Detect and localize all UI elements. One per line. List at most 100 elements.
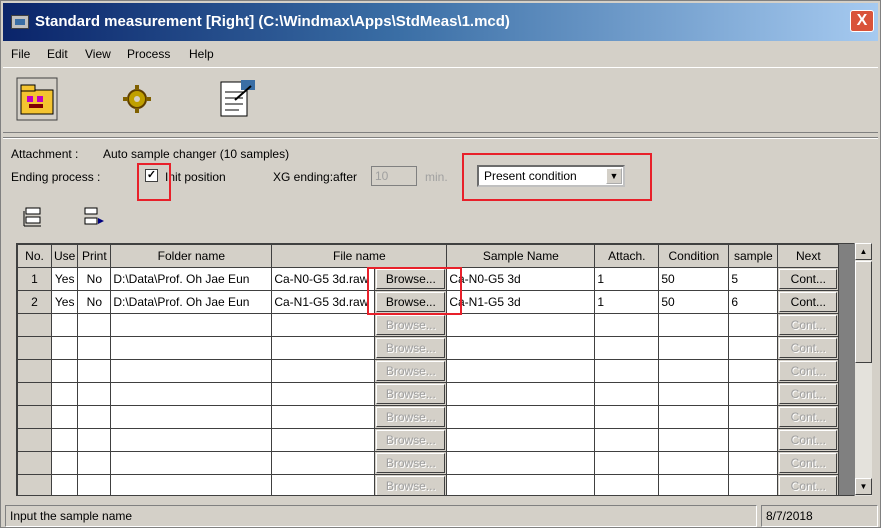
cont-button[interactable]: Cont...: [779, 269, 838, 289]
cell-folder-name[interactable]: [110, 382, 273, 406]
cell-use[interactable]: Yes: [50, 290, 79, 314]
cont-button[interactable]: Cont...: [779, 361, 838, 381]
cell-no[interactable]: [17, 405, 52, 429]
cell-condition[interactable]: [658, 451, 730, 475]
cell-sample[interactable]: [728, 313, 779, 337]
cell-attach[interactable]: 1: [594, 267, 660, 291]
cell-print[interactable]: [77, 474, 112, 495]
cell-use[interactable]: [50, 336, 79, 360]
cell-sample-name[interactable]: Ca-N1-G5 3d: [446, 290, 596, 314]
cell-use[interactable]: [50, 382, 79, 406]
cell-no[interactable]: [17, 313, 52, 337]
cell-sample-name[interactable]: [446, 405, 596, 429]
cell-attach[interactable]: [594, 382, 660, 406]
settings-gear-icon[interactable]: [115, 76, 159, 122]
menu-edit[interactable]: Edit: [47, 47, 68, 61]
cell-sample-name[interactable]: [446, 336, 596, 360]
cell-use[interactable]: Yes: [50, 267, 79, 291]
cont-button[interactable]: Cont...: [779, 292, 838, 312]
col-header-attach[interactable]: Attach.: [594, 244, 660, 268]
col-header-sample[interactable]: sample: [728, 244, 779, 268]
cell-no[interactable]: [17, 474, 52, 495]
cell-file-name[interactable]: [271, 382, 376, 406]
cell-folder-name[interactable]: [110, 474, 273, 495]
menu-view[interactable]: View: [85, 47, 111, 61]
cell-attach[interactable]: [594, 336, 660, 360]
cont-button[interactable]: Cont...: [779, 407, 838, 427]
cell-sample-name[interactable]: [446, 451, 596, 475]
cell-sample[interactable]: 5: [728, 267, 779, 291]
open-folder-icon[interactable]: [15, 76, 59, 122]
cell-sample[interactable]: [728, 474, 779, 495]
cell-sample[interactable]: [728, 451, 779, 475]
col-header-next[interactable]: Next: [777, 244, 840, 268]
cell-attach[interactable]: [594, 451, 660, 475]
browse-button[interactable]: Browse...: [376, 384, 446, 404]
document-edit-icon[interactable]: [215, 76, 259, 122]
col-header-condition[interactable]: Condition: [658, 244, 730, 268]
cont-button[interactable]: Cont...: [779, 315, 838, 335]
cell-sample-name[interactable]: [446, 428, 596, 452]
cell-folder-name[interactable]: [110, 336, 273, 360]
cell-condition[interactable]: [658, 313, 730, 337]
cell-use[interactable]: [50, 405, 79, 429]
cell-file-name[interactable]: Ca-N1-G5 3d.raw: [271, 290, 376, 314]
cell-folder-name[interactable]: [110, 405, 273, 429]
cell-file-name[interactable]: [271, 405, 376, 429]
browse-button[interactable]: Browse...: [376, 430, 446, 450]
cell-folder-name[interactable]: [110, 313, 273, 337]
cell-condition[interactable]: [658, 359, 730, 383]
cell-attach[interactable]: [594, 405, 660, 429]
cell-folder-name[interactable]: D:\Data\Prof. Oh Jae Eun: [110, 290, 273, 314]
cell-no[interactable]: 1: [17, 267, 52, 291]
col-header-print[interactable]: Print: [77, 244, 112, 268]
cont-button[interactable]: Cont...: [779, 430, 838, 450]
cell-no[interactable]: 2: [17, 290, 52, 314]
browse-button[interactable]: Browse...: [376, 315, 446, 335]
cell-print[interactable]: [77, 382, 112, 406]
cell-no[interactable]: [17, 359, 52, 383]
cell-no[interactable]: [17, 451, 52, 475]
cell-file-name[interactable]: [271, 451, 376, 475]
browse-button[interactable]: Browse...: [376, 407, 446, 427]
cell-file-name[interactable]: [271, 474, 376, 495]
cell-folder-name[interactable]: [110, 451, 273, 475]
cell-use[interactable]: [50, 359, 79, 383]
cell-no[interactable]: [17, 336, 52, 360]
cell-file-name[interactable]: Ca-N0-G5 3d.raw: [271, 267, 376, 291]
scroll-down-icon[interactable]: ▼: [855, 478, 872, 495]
menu-process[interactable]: Process: [127, 47, 170, 61]
cell-sample-name[interactable]: Ca-N0-G5 3d: [446, 267, 596, 291]
cell-sample[interactable]: [728, 359, 779, 383]
cell-sample-name[interactable]: [446, 313, 596, 337]
cell-print[interactable]: [77, 428, 112, 452]
close-button[interactable]: X: [850, 10, 874, 32]
cell-print[interactable]: No: [77, 267, 112, 291]
cell-sample[interactable]: [728, 382, 779, 406]
cell-file-name[interactable]: [271, 313, 376, 337]
cell-condition[interactable]: [658, 428, 730, 452]
cell-condition[interactable]: [658, 405, 730, 429]
cell-print[interactable]: [77, 405, 112, 429]
col-header-no[interactable]: No.: [17, 244, 52, 268]
browse-button[interactable]: Browse...: [376, 476, 446, 495]
vertical-scrollbar[interactable]: ▲ ▼: [854, 243, 872, 496]
cell-file-name[interactable]: [271, 336, 376, 360]
cell-attach[interactable]: [594, 428, 660, 452]
cell-condition[interactable]: 50: [658, 290, 730, 314]
cell-sample[interactable]: [728, 336, 779, 360]
cell-use[interactable]: [50, 313, 79, 337]
cell-print[interactable]: [77, 451, 112, 475]
scroll-up-icon[interactable]: ▲: [855, 243, 872, 260]
browse-button[interactable]: Browse...: [376, 361, 446, 381]
cell-print[interactable]: [77, 336, 112, 360]
cont-button[interactable]: Cont...: [779, 384, 838, 404]
cell-sample[interactable]: [728, 405, 779, 429]
cell-condition[interactable]: [658, 336, 730, 360]
scroll-thumb[interactable]: [855, 261, 872, 363]
cell-print[interactable]: No: [77, 290, 112, 314]
cont-button[interactable]: Cont...: [779, 338, 838, 358]
cell-print[interactable]: [77, 313, 112, 337]
cell-attach[interactable]: [594, 474, 660, 495]
cell-condition[interactable]: [658, 382, 730, 406]
